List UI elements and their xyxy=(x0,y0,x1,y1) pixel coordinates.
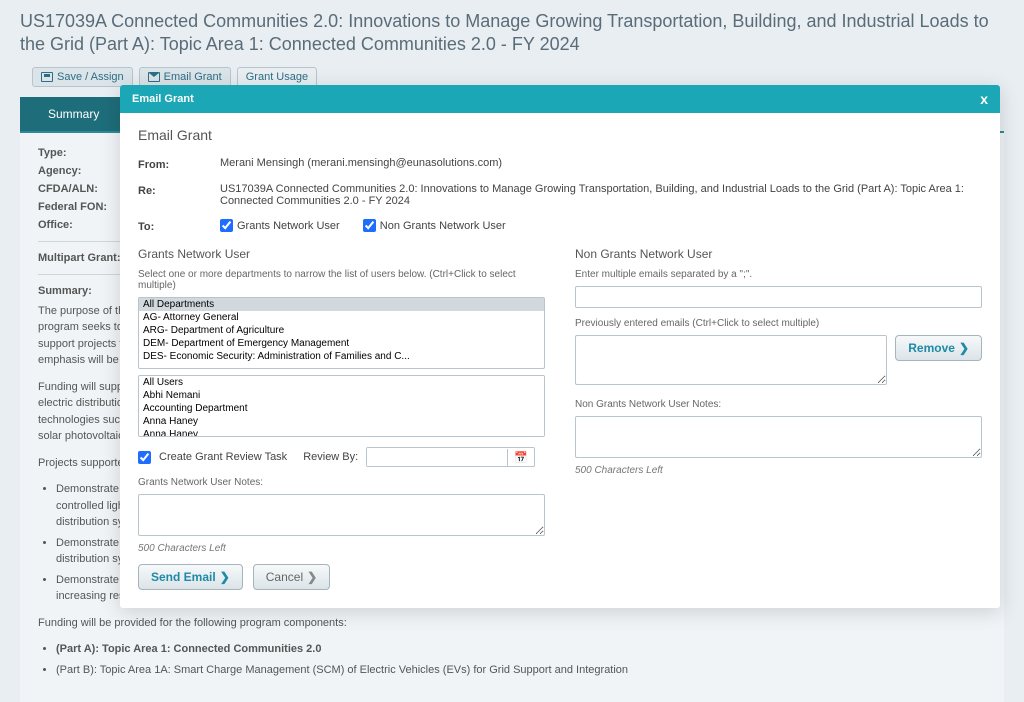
cancel-label: Cancel xyxy=(266,570,303,584)
from-label: From: xyxy=(138,157,220,171)
tab-summary[interactable]: Summary xyxy=(20,97,127,131)
grants-user-checkbox-input[interactable] xyxy=(220,219,233,232)
meta-fon-label: Federal FON: xyxy=(38,201,128,213)
email-label: Email Grant xyxy=(164,71,222,83)
cancel-button[interactable]: Cancel ❯ xyxy=(253,564,330,590)
to-label: To: xyxy=(138,219,220,233)
grant-usage-button[interactable]: Grant Usage xyxy=(237,67,317,87)
dept-option[interactable]: AG- Attorney General xyxy=(139,311,544,324)
modal-header-title: Email Grant xyxy=(132,93,194,105)
non-grants-notes-label: Non Grants Network User Notes: xyxy=(575,399,982,410)
meta-cfda-label: CFDA/ALN: xyxy=(38,183,128,195)
modal-header: Email Grant x xyxy=(120,85,1000,113)
save-assign-button[interactable]: Save / Assign xyxy=(32,67,133,87)
close-icon[interactable]: x xyxy=(980,91,988,107)
meta-office-label: Office: xyxy=(38,219,128,231)
usage-label: Grant Usage xyxy=(246,71,308,83)
review-by-input[interactable] xyxy=(367,448,507,466)
re-label: Re: xyxy=(138,183,220,197)
user-option[interactable]: Anna Haney xyxy=(139,415,544,428)
emails-input[interactable] xyxy=(575,286,982,308)
non-grants-user-checkbox[interactable]: Non Grants Network User xyxy=(363,219,506,232)
chevron-right-icon: ❯ xyxy=(307,570,317,584)
modal-title: Email Grant xyxy=(138,127,982,143)
review-by-date-wrap: 📅 xyxy=(366,447,535,467)
review-by-label: Review By: xyxy=(303,451,358,463)
page-title: US17039A Connected Communities 2.0: Inno… xyxy=(0,0,1024,61)
meta-type-label: Type: xyxy=(38,147,128,159)
remove-button[interactable]: Remove ❯ xyxy=(895,335,982,361)
component-list: (Part A): Topic Area 1: Connected Commun… xyxy=(56,641,986,678)
user-option[interactable]: All Users xyxy=(139,376,544,389)
non-grants-user-column: Non Grants Network User Enter multiple e… xyxy=(575,247,982,590)
save-icon xyxy=(41,72,53,82)
dept-option[interactable]: All Departments xyxy=(139,298,544,311)
component-b: (Part B): Topic Area 1A: Smart Charge Ma… xyxy=(56,662,986,679)
departments-hint: Select one or more departments to narrow… xyxy=(138,269,545,291)
departments-select[interactable]: All Departments AG- Attorney General ARG… xyxy=(138,297,545,369)
grants-notes-textarea[interactable] xyxy=(138,494,545,536)
create-task-label: Create Grant Review Task xyxy=(159,451,287,463)
prev-emails-textarea[interactable] xyxy=(575,335,887,385)
non-grants-char-count: 500 Characters Left xyxy=(575,465,982,476)
email-grant-button[interactable]: Email Grant xyxy=(139,67,231,87)
users-select[interactable]: All Users Abhi Nemani Accounting Departm… xyxy=(138,375,545,437)
user-option[interactable]: Anna Haney xyxy=(139,428,544,437)
non-grants-notes-textarea[interactable] xyxy=(575,416,982,458)
mail-icon xyxy=(148,72,160,82)
chevron-right-icon: ❯ xyxy=(959,341,969,355)
dept-option[interactable]: DEM- Department of Emergency Management xyxy=(139,337,544,350)
dept-option[interactable]: ARG- Department of Agriculture xyxy=(139,324,544,337)
user-option[interactable]: Abhi Nemani xyxy=(139,389,544,402)
non-grants-user-header: Non Grants Network User xyxy=(575,247,982,261)
non-grants-user-checkbox-input[interactable] xyxy=(363,219,376,232)
re-value: US17039A Connected Communities 2.0: Inno… xyxy=(220,183,982,207)
send-email-button[interactable]: Send Email ❯ xyxy=(138,564,243,590)
grants-char-count: 500 Characters Left xyxy=(138,543,545,554)
non-grants-user-checkbox-label: Non Grants Network User xyxy=(380,220,506,232)
emails-hint: Enter multiple emails separated by a ";"… xyxy=(575,269,982,280)
grants-user-checkbox-label: Grants Network User xyxy=(237,220,340,232)
save-label: Save / Assign xyxy=(57,71,124,83)
chevron-right-icon: ❯ xyxy=(220,570,230,584)
meta-agency-label: Agency: xyxy=(38,165,128,177)
grants-notes-label: Grants Network User Notes: xyxy=(138,477,545,488)
summary-p4: Funding will be provided for the followi… xyxy=(38,615,986,632)
from-value: Merani Mensingh (merani.mensingh@eunasol… xyxy=(220,157,982,169)
modal-overlay: Email Grant x Email Grant From: Merani M… xyxy=(0,0,1024,651)
modal-body: Email Grant From: Merani Mensingh (meran… xyxy=(120,113,1000,608)
grants-user-column: Grants Network User Select one or more d… xyxy=(138,247,545,590)
email-grant-modal: Email Grant x Email Grant From: Merani M… xyxy=(120,85,1000,608)
prev-emails-label: Previously entered emails (Ctrl+Click to… xyxy=(575,318,982,329)
create-task-checkbox[interactable] xyxy=(138,451,151,464)
remove-label: Remove xyxy=(908,341,955,355)
user-option[interactable]: Accounting Department xyxy=(139,402,544,415)
send-label: Send Email xyxy=(151,570,216,584)
grants-user-checkbox[interactable]: Grants Network User xyxy=(220,219,340,232)
dept-option[interactable]: DES- Economic Security: Administration o… xyxy=(139,350,544,363)
grants-user-header: Grants Network User xyxy=(138,247,545,261)
component-a: (Part A): Topic Area 1: Connected Commun… xyxy=(56,641,986,658)
calendar-icon[interactable]: 📅 xyxy=(507,449,534,466)
